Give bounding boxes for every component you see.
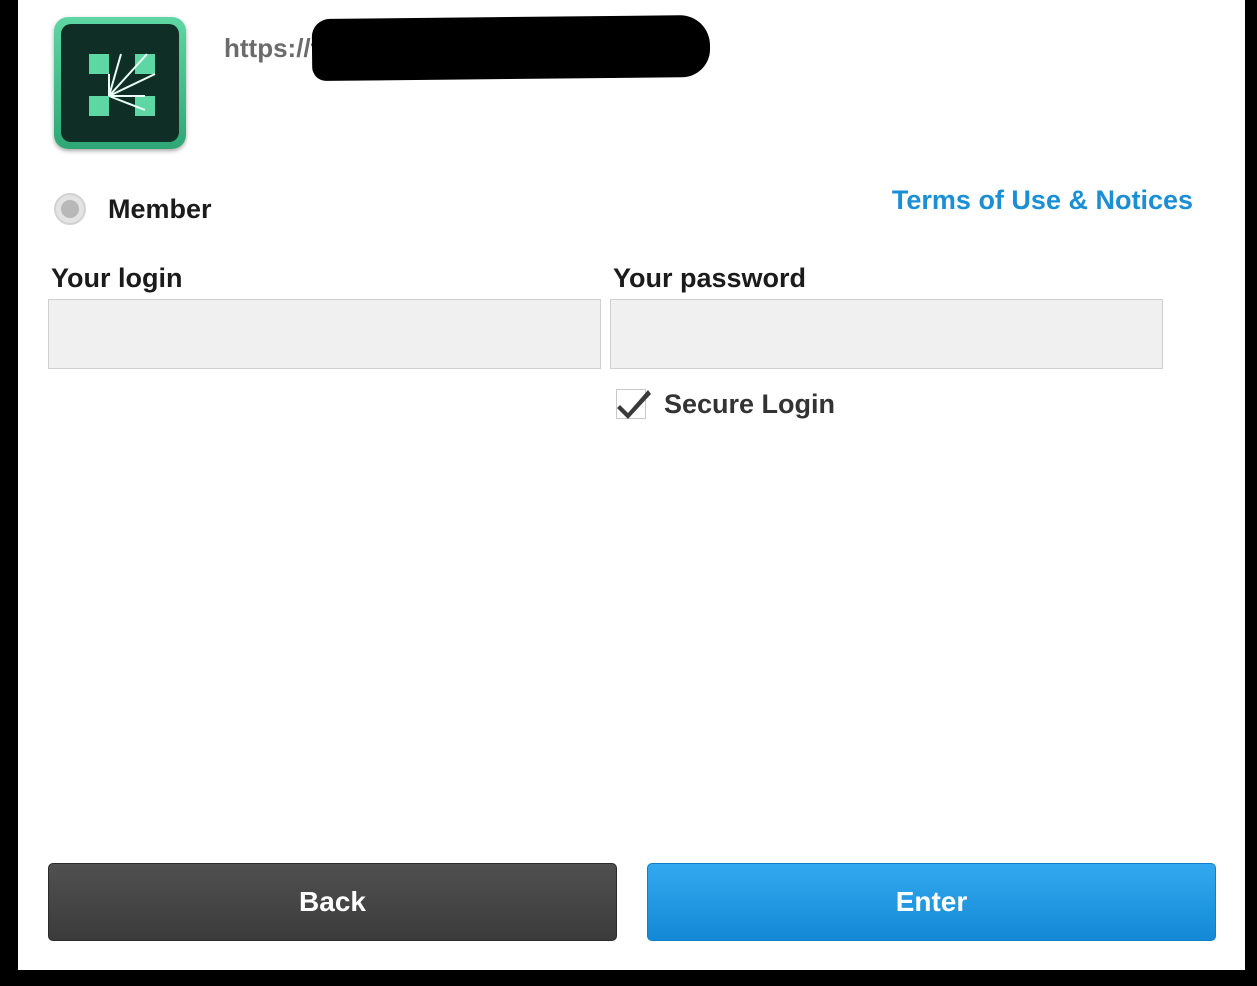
- enter-button-label: Enter: [895, 886, 968, 917]
- member-option[interactable]: Member: [54, 191, 212, 227]
- password-label: Your password: [613, 263, 807, 293]
- back-button[interactable]: Back: [48, 863, 617, 941]
- login-dialog: https://te Member Terms of Use & Notices…: [18, 0, 1245, 970]
- password-input[interactable]: [610, 299, 1163, 369]
- back-button-label: Back: [299, 886, 366, 917]
- url-redaction: [311, 14, 711, 82]
- member-radio[interactable]: [54, 193, 86, 225]
- secure-login-option[interactable]: Secure Login: [616, 388, 835, 420]
- checkmark-icon: [617, 390, 651, 419]
- login-label: Your login: [51, 263, 183, 293]
- app-icon-tile: [61, 24, 179, 142]
- enter-button[interactable]: Enter: [647, 863, 1216, 941]
- radio-dot: [61, 200, 79, 218]
- adobe-connect-icon: [54, 17, 186, 149]
- app-logo-graphic: [89, 53, 156, 116]
- login-input[interactable]: [48, 299, 601, 369]
- member-label: Member: [108, 193, 212, 224]
- secure-login-checkbox[interactable]: [616, 389, 651, 419]
- terms-link[interactable]: Terms of Use & Notices: [892, 185, 1193, 216]
- secure-login-label: Secure Login: [664, 388, 836, 419]
